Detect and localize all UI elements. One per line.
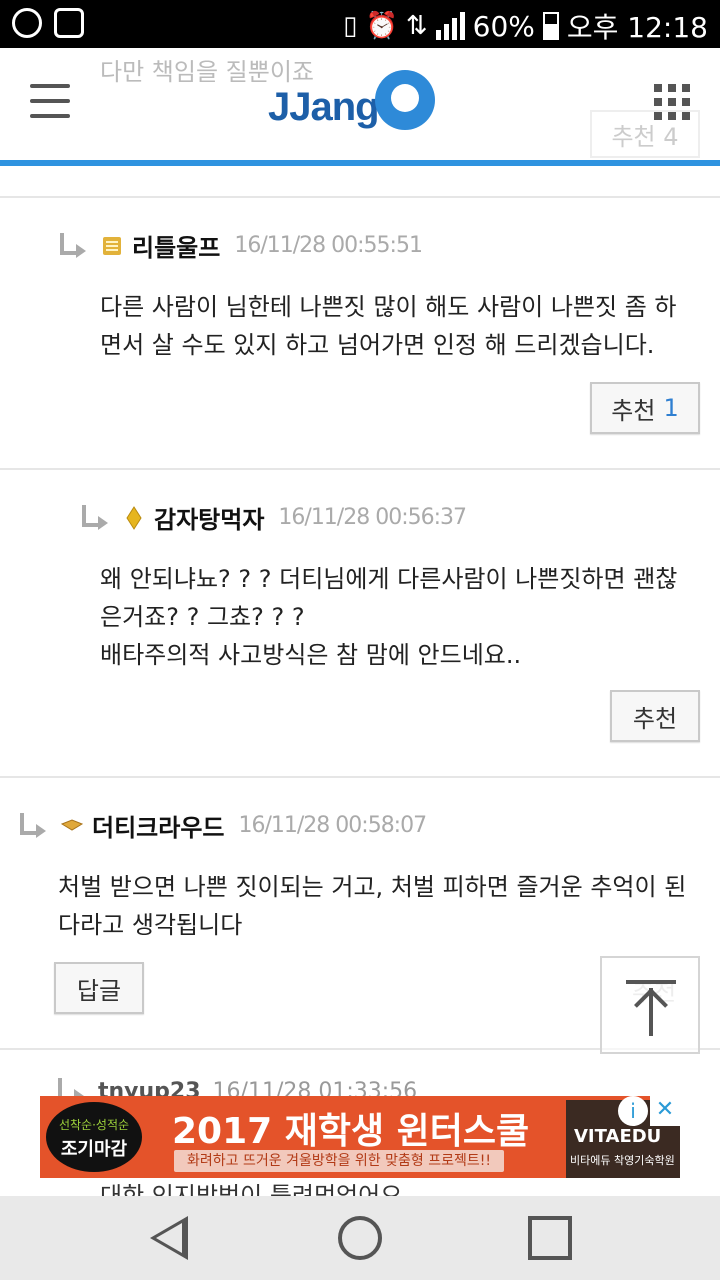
reply-arrow-icon: [18, 812, 50, 839]
home-icon[interactable]: [338, 1216, 382, 1260]
app-notification-icon: [12, 8, 42, 38]
gallery-icon: [54, 8, 84, 38]
recommend-label: 추천: [611, 396, 656, 425]
comment-meta: 리틀울프 16/11/28 00:55:51: [58, 228, 423, 263]
comment-meta: 감자탕먹자 16/11/28 00:56:37: [80, 500, 467, 535]
reply-label: 답글: [76, 976, 122, 1005]
scroll-top-button[interactable]: [600, 956, 700, 1054]
ad-badge: 선착순·성적순 조기마감: [46, 1102, 142, 1172]
header-divider: [0, 160, 720, 166]
comment-divider: [0, 468, 720, 470]
ad-brand-sub: 비타에듀 착영기숙학원: [570, 1154, 675, 1167]
level-badge-icon: [126, 505, 142, 530]
comment-author[interactable]: 리틀울프: [132, 228, 220, 263]
menu-icon[interactable]: [30, 84, 70, 118]
ad-close-icon[interactable]: ✕: [650, 1096, 680, 1126]
back-icon[interactable]: [150, 1216, 188, 1260]
recommend-count: 1: [663, 394, 679, 422]
recent-apps-icon[interactable]: [528, 1216, 572, 1260]
reply-button[interactable]: 답글: [54, 962, 144, 1014]
logo-bubble-icon: [374, 70, 435, 130]
comment-body: 처벌 받으면 나쁜 짓이되는 거고, 처벌 피하면 즐거운 추억이 된 다라고 …: [58, 868, 686, 944]
recommend-label: 추천: [632, 704, 678, 733]
ad-info-icon[interactable]: i: [618, 1096, 648, 1126]
comment-line: 다른 사람이 님한테 나쁜짓 많이 해도 사람이 나쁜짓 좀 하: [100, 293, 677, 321]
status-bar: ▯ ⏰ ⇅ 60% 오후 12:18: [0, 0, 720, 48]
reply-arrow-icon: [58, 232, 90, 259]
comment-author[interactable]: 감자탕먹자: [154, 500, 264, 535]
apps-grid-icon[interactable]: [654, 84, 690, 120]
ad-banner[interactable]: 선착순·성적순 조기마감 2017 재학생 윈터스쿨 화려하고 뜨거운 겨울방학…: [40, 1096, 680, 1178]
site-header: 다만 책임을 질뿐이죠 추천 4 JJang: [0, 48, 720, 164]
scroll-top-icon: [626, 980, 676, 984]
status-bar-notifications: [12, 8, 84, 38]
signal-icon: [435, 12, 465, 40]
comment-line: 왜 안되냐뇨? ? ? 더티님에게 다른사람이 나쁜짓하면 괜찮: [100, 565, 678, 593]
level-badge-icon: [60, 818, 84, 831]
navigation-bar: [0, 1196, 720, 1280]
ad-brand-name: VITAEDU: [574, 1126, 662, 1147]
site-logo[interactable]: JJang: [268, 64, 435, 136]
comment-timestamp: 16/11/28 00:55:51: [234, 233, 423, 258]
clock: 오후 12:18: [566, 11, 708, 44]
scroll-top-arrow-head: [634, 988, 668, 1022]
comment-author[interactable]: 더티크라우드: [92, 808, 224, 843]
comment-line: 은거죠? ? 그쵸? ? ?: [100, 603, 305, 631]
comment-timestamp: 16/11/28 00:58:07: [238, 813, 427, 838]
ad-badge-main: 조기마감: [60, 1139, 128, 1160]
comment-line: 배타주의적 사고방식은 참 맘에 안드네요..: [100, 641, 522, 669]
comment-line: 처벌 받으면 나쁜 짓이되는 거고, 처벌 피하면 즐거운 추억이 된: [58, 873, 687, 901]
status-bar-system: ▯ ⏰ ⇅ 60% 오후 12:18: [343, 6, 708, 46]
ad-subtitle: 화려하고 뜨거운 겨울방학을 위한 맞춤형 프로젝트!!: [174, 1150, 504, 1172]
comment-timestamp: 16/11/28 00:56:37: [278, 505, 467, 530]
recommend-button[interactable]: 추천 1: [590, 382, 700, 434]
alarm-icon: ⏰: [365, 11, 398, 41]
comment-meta: 더티크라우드 16/11/28 00:58:07: [18, 808, 427, 843]
comment-divider: [0, 776, 720, 778]
battery-percent: 60%: [472, 9, 535, 43]
ad-title: 2017 재학생 윈터스쿨: [172, 1111, 530, 1152]
reply-arrow-icon: [80, 504, 112, 531]
ad-badge-top: 선착순·성적순: [58, 1118, 130, 1132]
comment-body: 왜 안되냐뇨? ? ? 더티님에게 다른사람이 나쁜짓하면 괜찮 은거죠? ? …: [100, 560, 677, 674]
comment-line: 다라고 생각됩니다: [58, 911, 243, 939]
recommend-button[interactable]: 추천: [610, 690, 700, 742]
logo-text: JJang: [268, 84, 380, 129]
comment-body: 다른 사람이 님한테 나쁜짓 많이 해도 사람이 나쁜짓 좀 하 면서 살 수도…: [100, 288, 677, 364]
vibrate-icon: ▯: [343, 11, 358, 41]
data-transfer-icon: ⇅: [405, 11, 428, 41]
level-badge-icon: [103, 236, 121, 255]
battery-icon: [542, 12, 559, 40]
comment-divider: [0, 196, 720, 198]
comment-line: 면서 살 수도 있지 하고 넘어가면 인정 해 드리겠습니다.: [100, 331, 655, 359]
